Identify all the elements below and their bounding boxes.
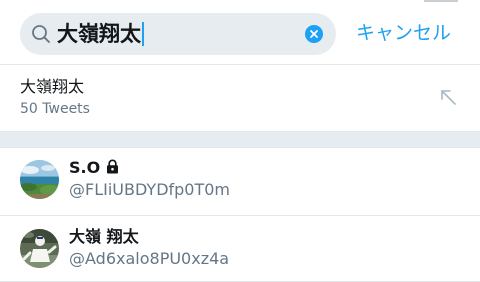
user-result-row[interactable]: S.O @FLIiUBDYDfp0T0m [0, 148, 480, 215]
search-field[interactable]: 大嶺翔太 [20, 13, 336, 55]
clear-x-glyph [310, 30, 318, 38]
section-separator [0, 131, 480, 148]
search-query-text: 大嶺翔太 [57, 22, 141, 46]
user-handle: @Ad6xalo8PU0xz4a [69, 249, 230, 268]
user-handle: @FLIiUBDYDfp0T0m [69, 180, 231, 199]
suggestion-tweet-count: 50 Tweets [20, 101, 90, 117]
arrow-up-left-icon[interactable] [437, 86, 459, 108]
avatar-landscape-image [20, 160, 59, 199]
user-name: S.O [69, 158, 119, 178]
user-name: 大嶺 翔太 [69, 227, 139, 246]
search-header: 大嶺翔太 キャンセル [0, 0, 480, 64]
avatar [20, 160, 59, 199]
lock-icon [107, 159, 119, 174]
user-name-text: S.O [69, 158, 101, 177]
cancel-button[interactable]: キャンセル [356, 20, 451, 46]
status-bar-edge [424, 0, 458, 2]
section-divider-top [0, 131, 480, 132]
clear-icon[interactable] [305, 25, 323, 43]
text-caret [142, 22, 144, 46]
search-input[interactable]: 大嶺翔太 [57, 21, 144, 47]
suggestion-title: 大嶺翔太 [20, 77, 85, 96]
avatar-photo-image [20, 229, 59, 268]
avatar [20, 229, 59, 268]
search-icon [32, 25, 50, 43]
user-result-row[interactable]: 大嶺 翔太 @Ad6xalo8PU0xz4a [0, 216, 480, 282]
search-suggestion-row[interactable]: 大嶺翔太 50 Tweets [0, 65, 480, 131]
